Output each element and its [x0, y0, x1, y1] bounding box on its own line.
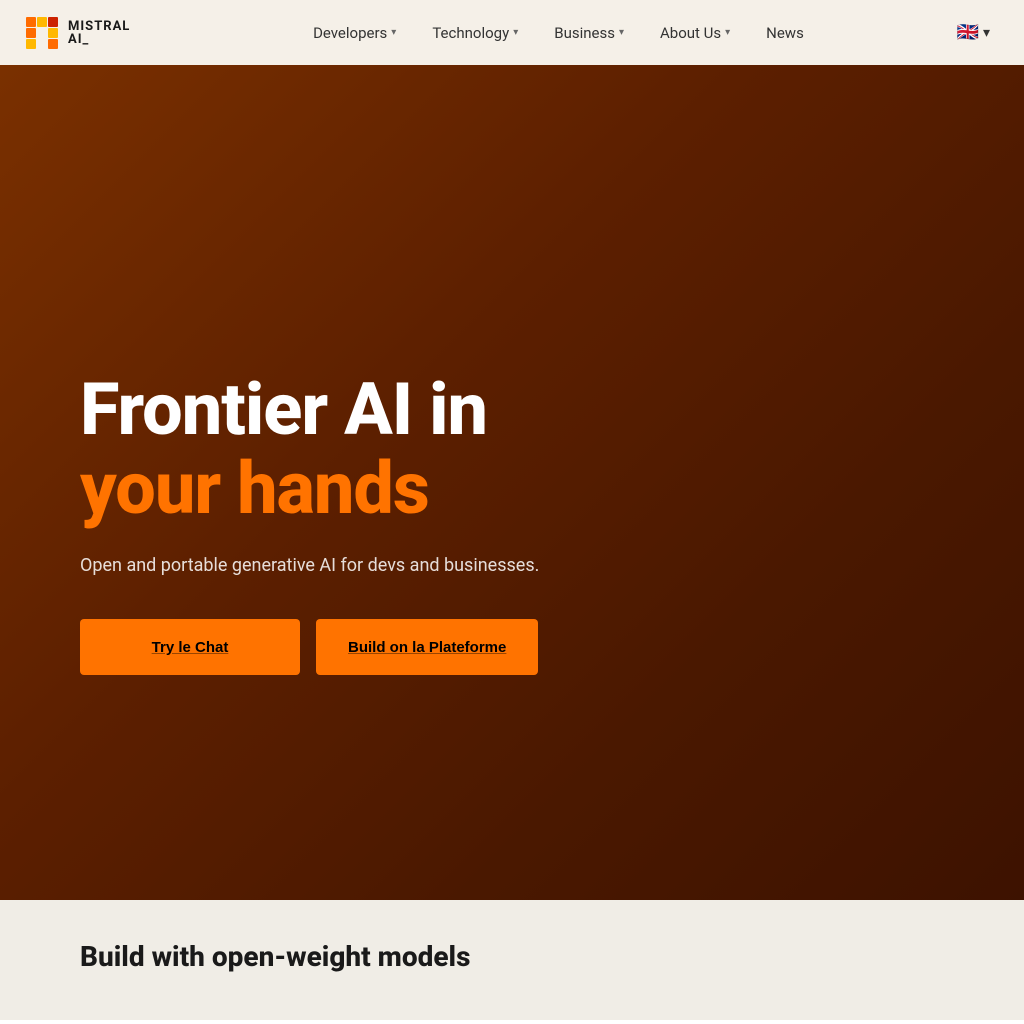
flag-icon: 🇬🇧: [957, 22, 979, 43]
nav-item-about-us[interactable]: About Us ▾: [644, 16, 746, 50]
bottom-section: Build with open-weight models: [0, 900, 1024, 1020]
nav-label-news: News: [766, 24, 804, 42]
hero-title-line2: your hands: [80, 449, 780, 528]
nav-right: 🇬🇧 ▾: [947, 16, 1000, 49]
navbar: MISTRAL AI_ Developers ▾ Technology ▾ Bu…: [0, 0, 1024, 65]
logo-icon: [24, 15, 60, 51]
hero-section: Frontier AI in your hands Open and porta…: [0, 65, 1024, 900]
logo-title: MISTRAL: [68, 20, 130, 33]
nav-links: Developers ▾ Technology ▾ Business ▾ Abo…: [170, 16, 946, 50]
logo-subtitle: AI_: [68, 33, 130, 46]
chevron-down-icon: ▾: [619, 27, 624, 38]
nav-label-developers: Developers: [313, 24, 387, 42]
logo-text: MISTRAL AI_: [68, 20, 130, 46]
nav-item-business[interactable]: Business ▾: [538, 16, 640, 50]
nav-label-business: Business: [554, 24, 615, 42]
try-le-chat-button[interactable]: Try le Chat: [80, 619, 300, 675]
chevron-down-icon: ▾: [391, 27, 396, 38]
lang-chevron-icon: ▾: [983, 25, 990, 41]
nav-label-technology: Technology: [432, 24, 509, 42]
hero-title-line1: Frontier AI in: [80, 370, 780, 449]
chevron-down-icon: ▾: [513, 27, 518, 38]
build-on-plateforme-button[interactable]: Build on la Plateforme: [316, 619, 538, 675]
logo-link[interactable]: MISTRAL AI_: [24, 15, 130, 51]
nav-item-technology[interactable]: Technology ▾: [416, 16, 534, 50]
hero-subtitle: Open and portable generative AI for devs…: [80, 552, 780, 579]
hero-buttons: Try le Chat Build on la Plateforme: [80, 619, 780, 675]
nav-item-news[interactable]: News: [750, 16, 820, 50]
bottom-title: Build with open-weight models: [80, 940, 944, 973]
chevron-down-icon: ▾: [725, 27, 730, 38]
hero-content: Frontier AI in your hands Open and porta…: [80, 370, 780, 675]
nav-label-about-us: About Us: [660, 24, 721, 42]
language-selector[interactable]: 🇬🇧 ▾: [947, 16, 1000, 49]
nav-item-developers[interactable]: Developers ▾: [297, 16, 412, 50]
